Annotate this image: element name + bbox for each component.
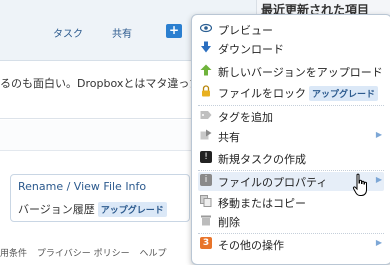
submenu-arrow-icon: ▶ <box>375 238 382 247</box>
footer-terms-link[interactable]: 用条件 <box>0 249 27 259</box>
menu-item-preview[interactable]: プレビュー <box>198 20 384 39</box>
hand-cursor-icon <box>352 173 367 196</box>
plus-icon: + <box>168 23 180 37</box>
version-history[interactable]: バージョン履歴 アップグレード <box>18 201 167 217</box>
lock-icon <box>200 85 212 97</box>
menu-item-share[interactable]: 共有 ▶ <box>198 127 384 146</box>
footer-help-link[interactable]: ヘルプ <box>139 249 166 259</box>
menu-item-delete[interactable]: 削除 <box>198 212 384 231</box>
menu-divider <box>198 233 384 234</box>
menu-item-download[interactable]: ダウンロード <box>198 39 384 58</box>
tag-icon <box>200 109 212 121</box>
add-button[interactable]: + <box>166 24 182 38</box>
eye-icon <box>199 22 213 34</box>
menu-item-label: 新しいバージョンをアップロード <box>218 66 383 79</box>
lock-file-label: ファイルをロック <box>218 87 306 100</box>
menu-item-new-task[interactable]: ! 新規タスクの作成 <box>198 149 384 168</box>
footer-links: 用条件 プライバシー ポリシー ヘルプ <box>0 246 173 259</box>
menu-item-label: 削除 <box>218 216 240 229</box>
description-text: るのも面白い。Dropboxとはマタ違った <box>0 77 201 90</box>
download-arrow-icon <box>200 41 212 53</box>
move-copy-icon <box>200 195 212 207</box>
footer-privacy-link[interactable]: プライバシー ポリシー <box>37 249 130 259</box>
menu-item-label: その他の操作 <box>218 239 284 252</box>
menu-item-label: ファイルをロック アップグレード <box>218 85 379 101</box>
menu-item-label: 共有 <box>218 131 240 144</box>
menu-divider <box>198 105 384 106</box>
submenu-arrow-icon: ▶ <box>375 130 382 139</box>
submenu-arrow-icon: ▶ <box>375 175 382 184</box>
menu-item-label: 移動またはコピー <box>218 197 306 210</box>
menu-item-upload-version[interactable]: 新しいバージョンをアップロード <box>198 62 384 81</box>
version-history-label: バージョン履歴 <box>18 203 95 216</box>
upgrade-badge[interactable]: アップグレード <box>97 202 167 217</box>
menu-item-label: 新規タスクの作成 <box>218 153 306 166</box>
rename-view-info-link[interactable]: Rename / View File Info <box>18 180 146 193</box>
task-alert-icon: ! <box>200 151 212 163</box>
menu-item-label: プレビュー <box>218 24 273 37</box>
trash-icon <box>200 214 212 226</box>
upgrade-badge[interactable]: アップグレード <box>309 86 379 101</box>
nav-task-link[interactable]: タスク <box>53 25 83 40</box>
menu-item-lock-file[interactable]: ファイルをロック アップグレード <box>198 83 384 102</box>
share-icon <box>200 129 212 141</box>
more-actions-icon: 3 <box>200 237 212 249</box>
menu-item-add-tag[interactable]: タグを追加 <box>198 107 384 126</box>
menu-item-label: ファイルのプロパティ <box>218 176 328 189</box>
nav-share-link[interactable]: 共有 <box>112 25 132 40</box>
file-info-box: Rename / View File Info バージョン履歴 アップグレード <box>10 174 190 222</box>
menu-item-label: ダウンロード <box>218 43 284 56</box>
info-icon: i <box>200 174 212 186</box>
menu-item-more-actions[interactable]: 3 その他の操作 ▶ <box>198 235 384 254</box>
menu-divider <box>198 170 384 171</box>
file-context-menu: プレビュー ダウンロード 新しいバージョンをアップロード ファイルをロック アップ… <box>191 14 390 265</box>
upload-arrow-icon <box>200 64 212 76</box>
menu-item-label: タグを追加 <box>218 111 273 124</box>
